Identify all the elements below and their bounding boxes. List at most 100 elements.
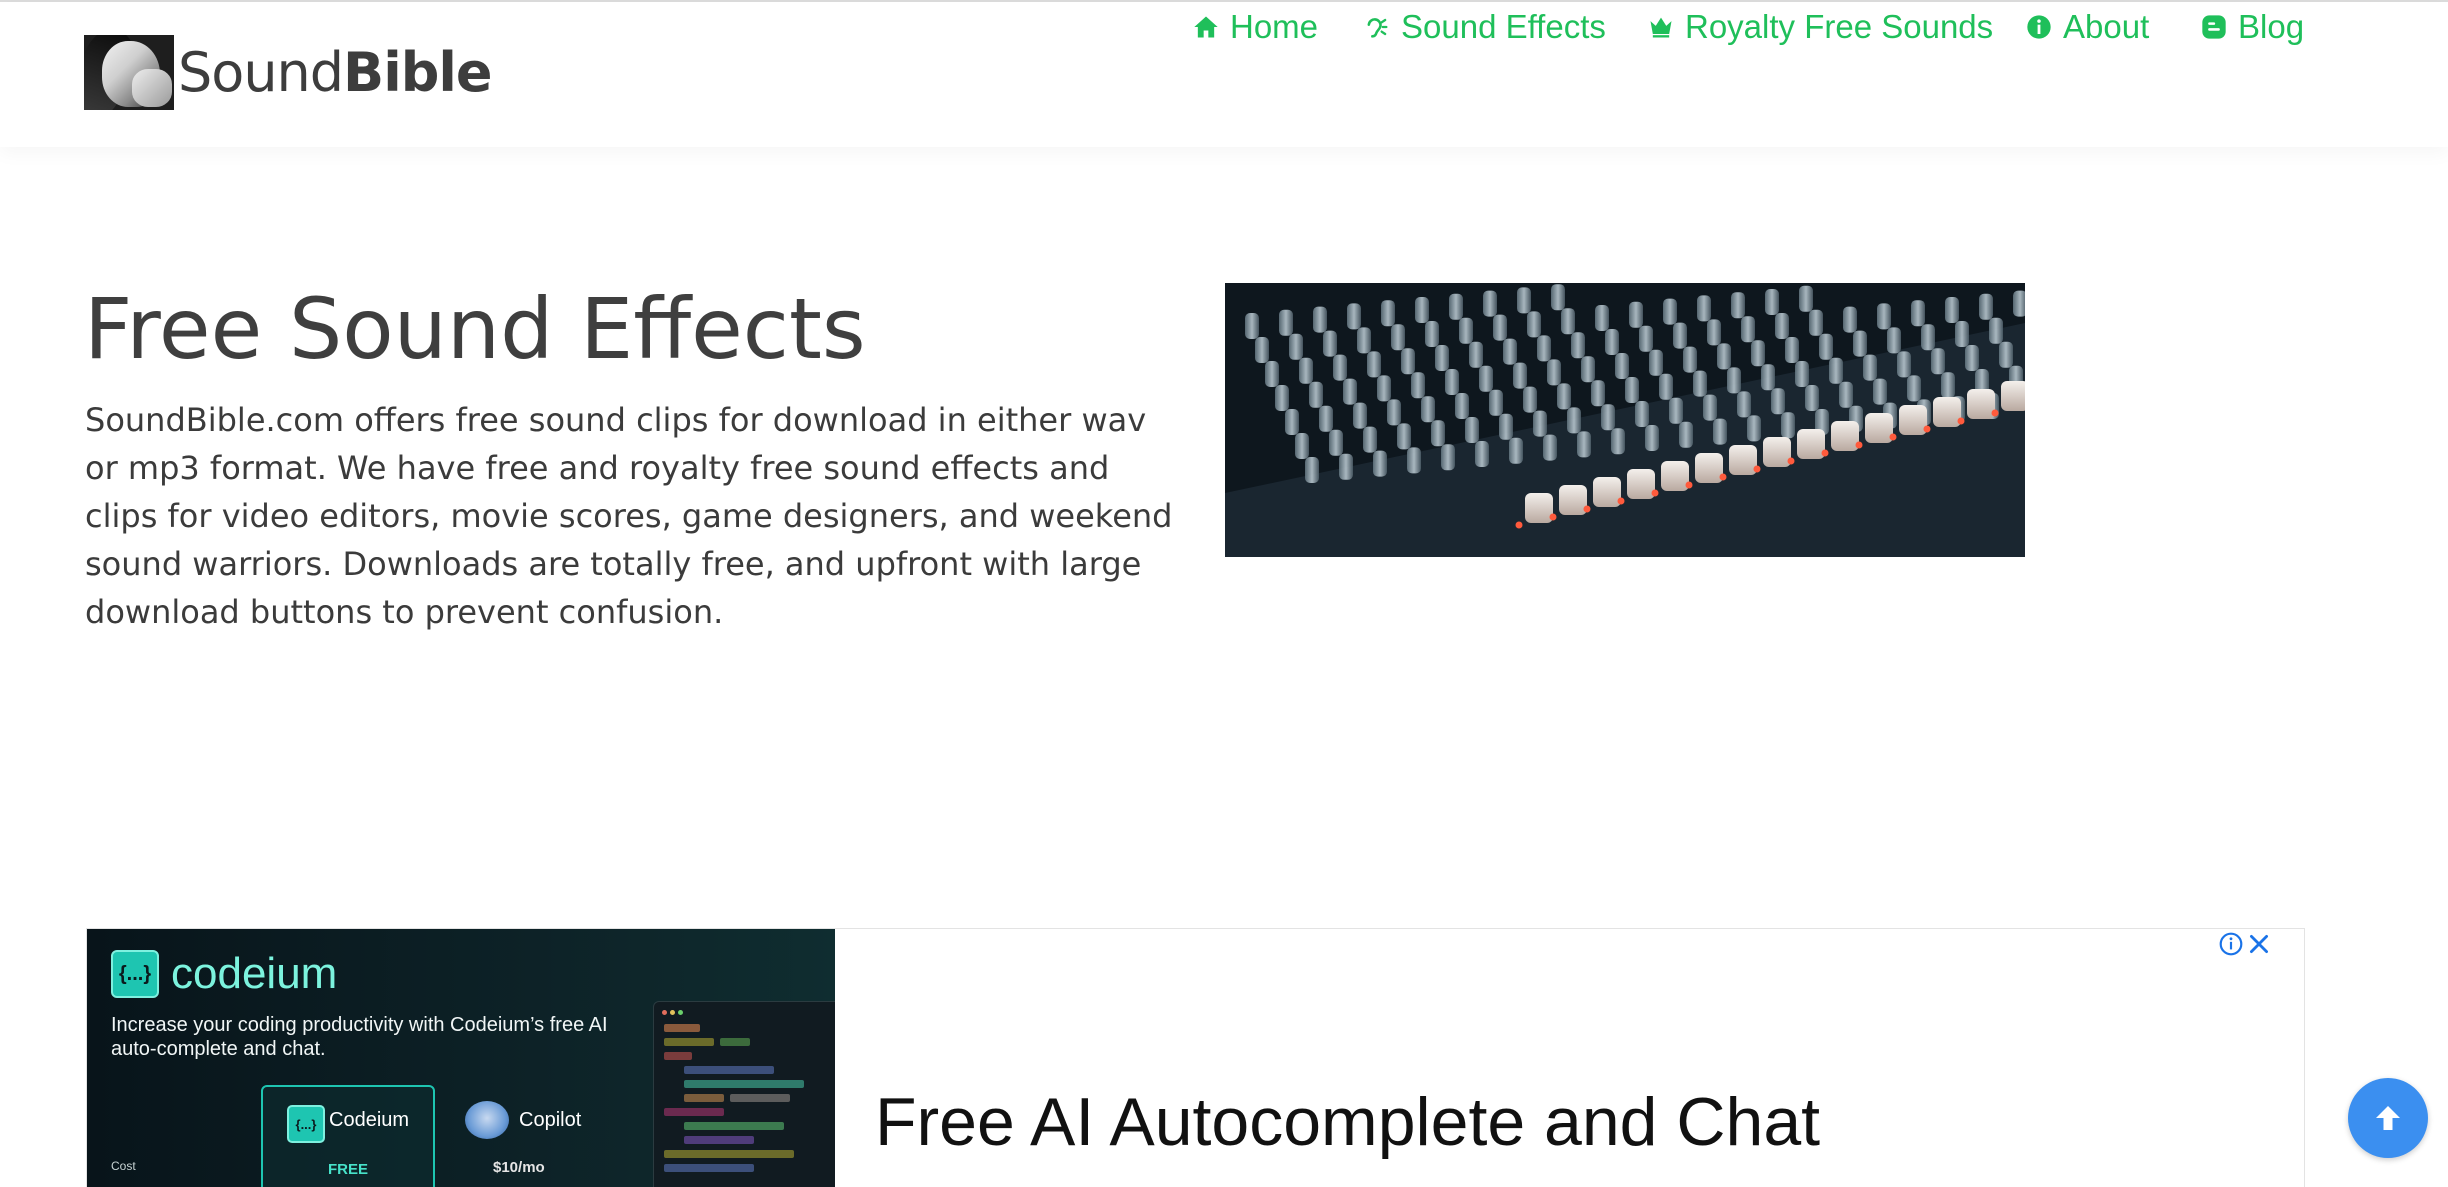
- console-knob: [1275, 385, 1289, 411]
- console-knob: [1245, 313, 1259, 339]
- console-fader: [1865, 413, 1893, 443]
- nav-about-label: About: [2063, 8, 2150, 45]
- console-knob: [1581, 356, 1595, 383]
- console-knob: [1299, 357, 1313, 384]
- console-fader: [1967, 389, 1995, 419]
- nav-royalty-free-sounds[interactable]: Royalty Free Sounds: [1647, 2, 1993, 52]
- console-knob: [1747, 415, 1761, 442]
- ad-brand: {...} codeium: [111, 949, 337, 999]
- ad-text-panel[interactable]: Free AI Autocomplete and Chat: [835, 929, 2304, 1187]
- console-knob: [1765, 289, 1779, 315]
- console-knob: [1333, 354, 1347, 381]
- console-led: [1889, 433, 1897, 441]
- console-knob: [1819, 333, 1833, 360]
- nav-sound-effects[interactable]: Sound Effects: [1363, 2, 1606, 52]
- console-knob: [1907, 375, 1921, 402]
- console-knob: [1727, 367, 1741, 394]
- console-knob: [1605, 329, 1619, 355]
- ad-headline: Free AI Autocomplete and Chat: [875, 1084, 1821, 1160]
- logo-wordmark: SoundBible: [178, 40, 493, 104]
- nav-sound-effects-label: Sound Effects: [1401, 8, 1606, 45]
- arrow-up-icon: [2376, 1106, 2400, 1130]
- console-knob: [1357, 327, 1371, 354]
- console-knob: [1601, 404, 1615, 431]
- console-fader: [1933, 397, 1961, 427]
- console-knob: [1911, 300, 1925, 327]
- console-knob: [1285, 409, 1299, 435]
- console-knob: [1265, 361, 1279, 387]
- console-knob: [1683, 346, 1697, 373]
- console-led: [1515, 521, 1523, 529]
- console-led: [1583, 505, 1591, 513]
- nav-about[interactable]: About: [2025, 2, 2149, 52]
- codeium-logo-icon: {...}: [111, 950, 159, 998]
- console-knob: [1795, 361, 1809, 387]
- console-fader: [1525, 493, 1553, 523]
- console-knob: [1499, 413, 1513, 440]
- console-fader: [1593, 477, 1621, 507]
- console-knob: [1979, 293, 1993, 320]
- ad-brand-name: codeium: [171, 949, 338, 998]
- console-led: [1787, 457, 1795, 465]
- console-knob: [1517, 287, 1531, 314]
- logo-portrait-image: [84, 34, 174, 110]
- console-knob: [1551, 284, 1565, 311]
- console-knob: [1329, 429, 1343, 456]
- console-knob: [1425, 321, 1439, 347]
- ad-info-icon[interactable]: [2218, 931, 2244, 957]
- console-knob: [1279, 309, 1293, 336]
- console-knob: [1421, 396, 1435, 423]
- scroll-to-top-button[interactable]: [2348, 1078, 2428, 1158]
- console-knob: [1645, 425, 1659, 451]
- ad-option-codeium: {...} Codeium FREE: [261, 1085, 435, 1187]
- console-knob: [1887, 327, 1901, 354]
- ad-creative-panel[interactable]: {...} codeium Increase your coding produ…: [87, 929, 837, 1187]
- console-knob: [1703, 394, 1717, 421]
- console-knob: [1469, 341, 1483, 368]
- console-knob: [1697, 295, 1711, 322]
- console-led: [1855, 441, 1863, 449]
- console-knob: [1945, 297, 1959, 323]
- nav-blog[interactable]: Blog: [2200, 2, 2304, 52]
- codeium-small-icon: {...}: [287, 1105, 325, 1143]
- console-knob: [1343, 378, 1357, 405]
- console-knob: [1625, 377, 1639, 403]
- console-led: [1651, 489, 1659, 497]
- logo-text-regular: Sound: [178, 40, 344, 104]
- console-knob: [1741, 316, 1755, 343]
- crown-icon: [1650, 17, 1672, 38]
- console-fader: [1763, 437, 1791, 467]
- console-knob: [1377, 375, 1391, 402]
- console-knob: [1669, 397, 1683, 424]
- console-knob: [1537, 335, 1551, 362]
- site-logo[interactable]: SoundBible: [84, 34, 493, 110]
- console-knob: [1751, 340, 1765, 367]
- ad-option-b-name: Copilot: [519, 1109, 582, 1131]
- console-knob: [1611, 428, 1625, 455]
- nav-home[interactable]: Home: [1192, 2, 1318, 52]
- console-knob: [1319, 405, 1333, 432]
- console-knob: [1547, 359, 1561, 386]
- console-knob: [1577, 431, 1591, 458]
- console-knob: [1533, 410, 1547, 437]
- console-knob: [1771, 388, 1785, 415]
- console-knob: [1309, 381, 1323, 408]
- console-knob: [1595, 305, 1609, 331]
- console-knob: [1873, 378, 1887, 405]
- advertisement-banner[interactable]: {...} codeium Increase your coding produ…: [86, 928, 2305, 1187]
- ad-option-b-price: $10/mo: [493, 1159, 545, 1176]
- console-knob: [1921, 324, 1935, 351]
- console-knob: [1707, 319, 1721, 346]
- console-knob: [1483, 290, 1497, 317]
- console-knob: [1479, 365, 1493, 392]
- console-knob: [1843, 306, 1857, 333]
- ad-close-icon[interactable]: [2246, 931, 2272, 957]
- console-knob: [1591, 380, 1605, 407]
- console-knob: [1863, 354, 1877, 381]
- ad-cost-label: Cost: [111, 1159, 136, 1173]
- ad-option-a-name: Codeium: [329, 1109, 410, 1131]
- console-knob: [1965, 345, 1979, 371]
- console-knob: [1567, 407, 1581, 434]
- console-knob: [1489, 389, 1503, 416]
- console-knob: [1449, 293, 1463, 320]
